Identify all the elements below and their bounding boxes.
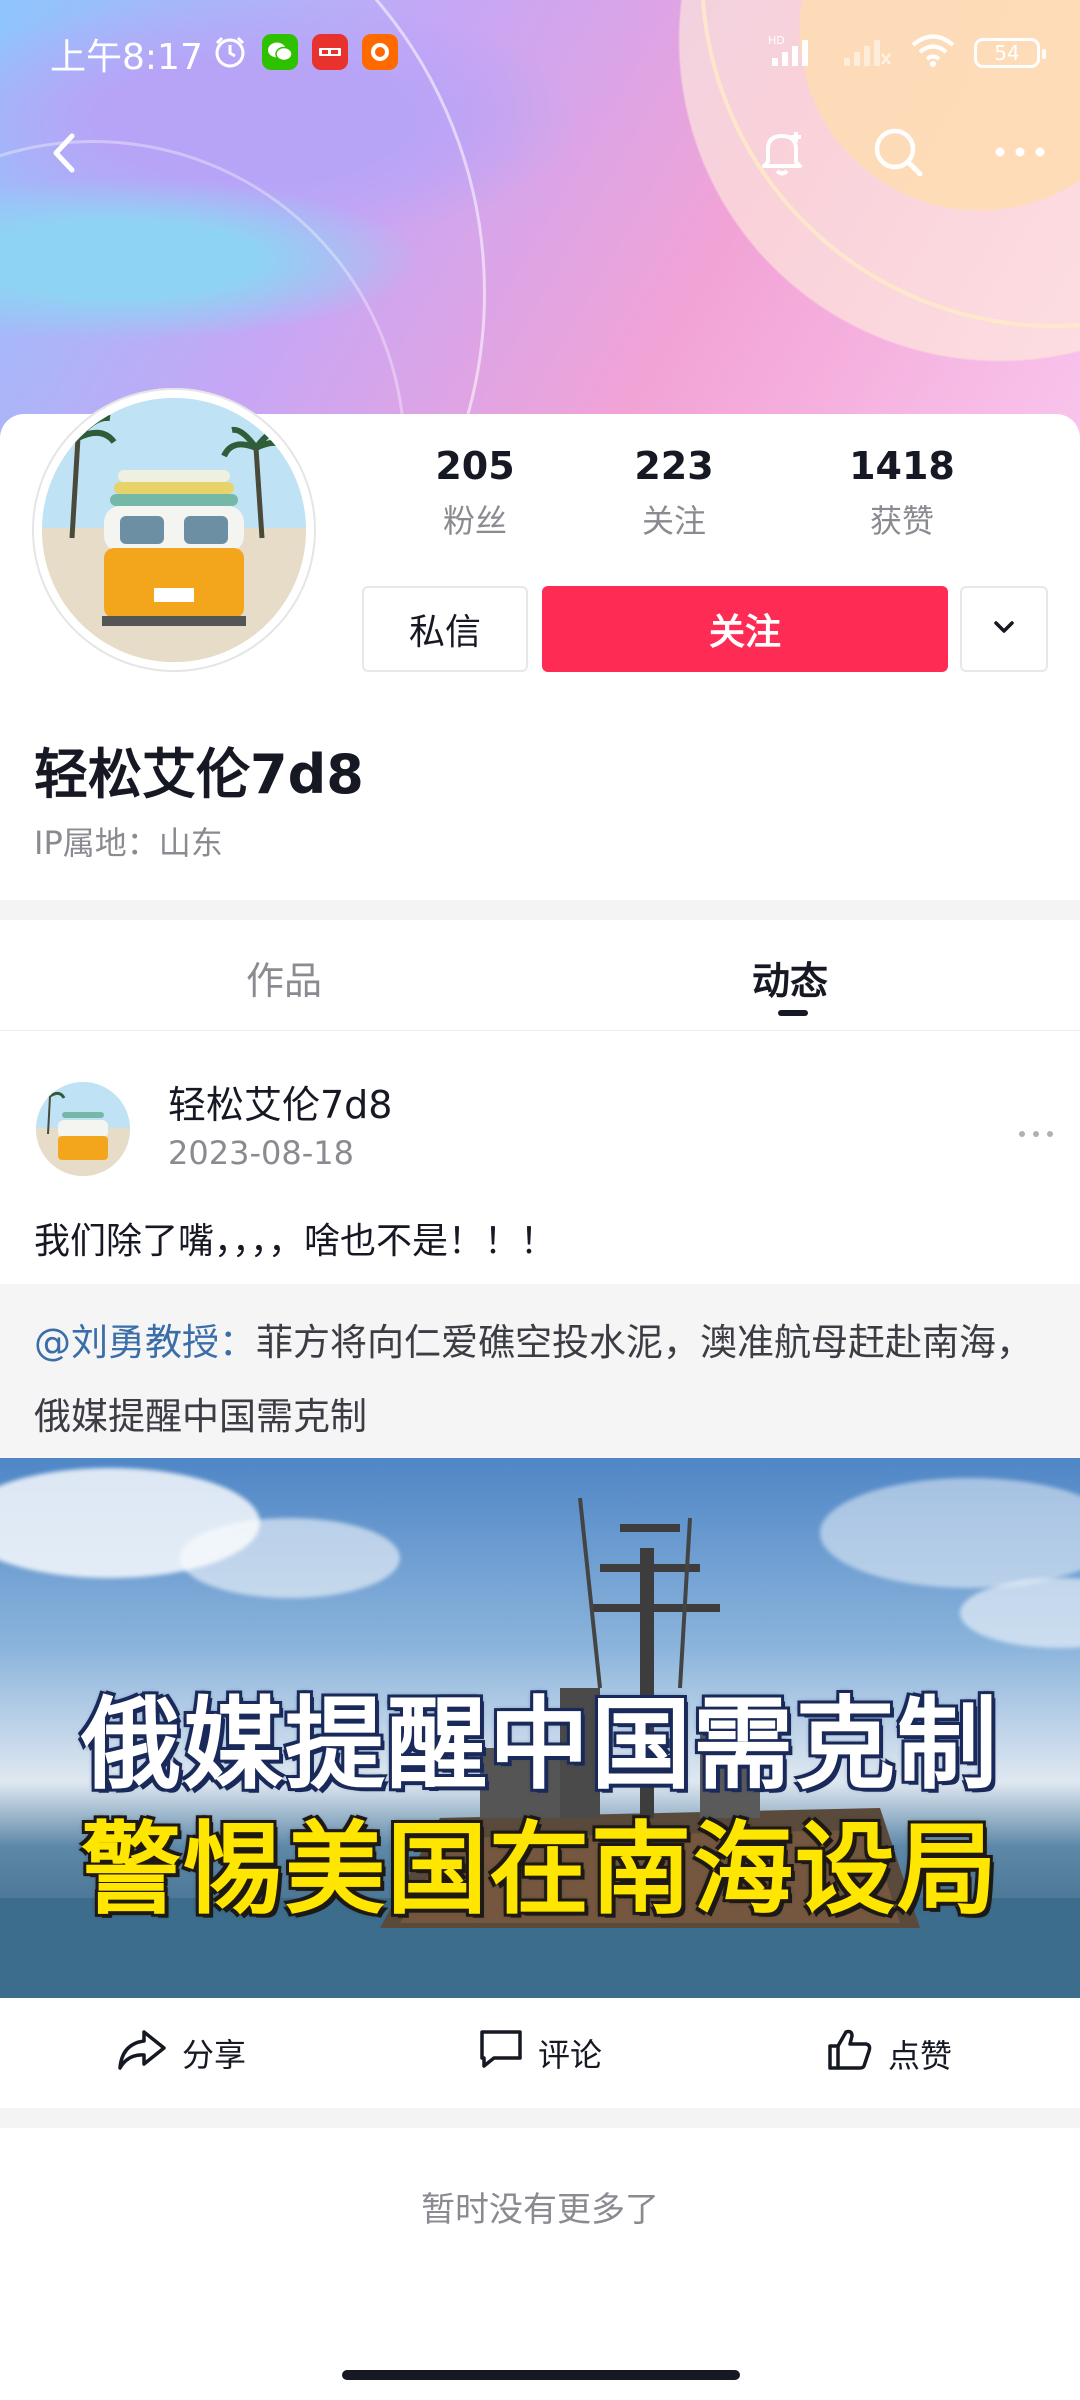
quote-mention[interactable]: @刘勇教授： [34,1321,256,1364]
stat-label: 粉丝 [442,502,507,540]
stat-label: 获赞 [869,502,934,540]
message-button[interactable]: 私信 [362,586,528,672]
status-bar: 上午8:17 HD 54 [0,0,1080,110]
post-image[interactable]: 俄媒提醒中国需克制 警惕美国在南海设局 [0,1458,1080,1998]
post-author-name[interactable]: 轻松艾伦7d8 [168,1074,392,1129]
more-icon[interactable] [990,122,1050,182]
tab-works[interactable]: 作品 [246,950,322,1005]
home-indicator[interactable] [342,2370,740,2380]
avatar-image [42,398,306,662]
battery-indicator: 54 [974,38,1046,68]
comment-icon [478,2026,524,2080]
image-headline-2: 警惕美国在南海设局 [81,1811,999,1928]
follow-button[interactable]: 关注 [542,586,948,672]
section-divider [0,900,1080,920]
post-text: 我们除了嘴，，，，啥也不是！！！ [34,1221,557,1262]
status-right: HD 54 [768,34,1046,72]
comment-button[interactable]: 评论 [478,2026,602,2080]
post-author-avatar[interactable] [36,1082,130,1176]
section-divider [0,2108,1080,2128]
stat-value: 223 [634,444,714,488]
status-time: 上午8:17 [50,37,203,78]
chevron-down-icon [989,612,1019,646]
top-nav [0,118,1080,188]
stat-likes[interactable]: 1418 获赞 [788,444,1016,542]
stat-value: 205 [435,444,515,488]
alarm-icon [212,34,248,74]
comment-label: 评论 [538,2036,603,2074]
search-icon[interactable] [868,122,928,182]
post-more-icon[interactable] [1016,1126,1056,1142]
taobao-icon [362,34,398,70]
image-headline-1: 俄媒提醒中国需克制 [81,1686,999,1803]
share-icon [116,2026,168,2080]
profile-tabs: 作品 动态 [0,920,1080,1031]
profile-action-buttons: 私信 关注 [362,586,1048,676]
back-icon[interactable] [42,118,92,188]
wechat-icon [262,34,298,70]
signal-2-icon [842,34,892,72]
status-app-icons [212,34,398,74]
stat-following[interactable]: 223 关注 [560,444,788,542]
toutiao-icon [312,34,348,70]
profile-name: 轻松艾伦7d8 [34,743,364,806]
profile-avatar[interactable] [32,388,316,672]
post-date: 2023-08-18 [168,1134,354,1172]
recommend-dropdown-button[interactable] [960,586,1048,672]
notification-bell-icon[interactable] [752,122,812,182]
active-tab-indicator [778,1010,808,1016]
wifi-icon [910,34,956,72]
share-label: 分享 [182,2036,247,2074]
like-label: 点赞 [888,2037,953,2075]
tab-dynamic[interactable]: 动态 [752,950,828,1005]
like-button[interactable]: 点赞 [826,2026,952,2082]
stat-label: 关注 [641,502,706,540]
ip-location: IP属地：山东 [34,824,223,862]
svg-text:HD: HD [768,34,785,47]
share-button[interactable]: 分享 [116,2026,246,2080]
stat-followers[interactable]: 205 粉丝 [390,444,560,542]
stat-value: 1418 [849,444,955,488]
profile-card: 205 粉丝 223 关注 1418 获赞 私信 关注 轻松艾伦7d8 IP属地… [0,388,1080,900]
no-more-content-text: 暂时没有更多了 [421,2190,659,2230]
post-actions: 分享 评论 点赞 [0,1998,1080,2108]
profile-stats: 205 粉丝 223 关注 1418 获赞 [390,444,1030,542]
signal-icon: HD [768,34,824,72]
thumbs-up-icon [826,2026,874,2082]
